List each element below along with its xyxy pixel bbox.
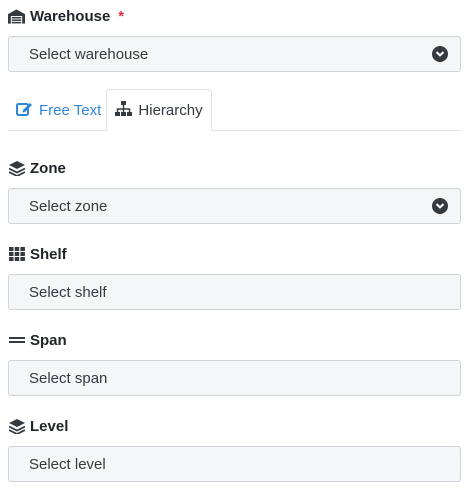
chevron-down-icon — [432, 198, 448, 214]
layers-icon — [8, 418, 25, 434]
required-indicator: * — [118, 7, 125, 25]
grid-icon — [8, 247, 25, 262]
sitemap-icon — [115, 100, 133, 120]
shelf-field-value: Select shelf — [29, 283, 107, 301]
chevron-down-icon — [432, 46, 448, 62]
location-mode-tabs: Free Text Hierarchy — [8, 89, 461, 131]
level-field[interactable]: Select level — [8, 446, 461, 482]
zone-select-value: Select zone — [29, 197, 108, 215]
warehouse-label-text: Warehouse — [30, 7, 111, 25]
zone-select[interactable]: Select zone — [8, 188, 461, 224]
shelf-field[interactable]: Select shelf — [8, 274, 461, 310]
tab-free-text[interactable]: Free Text — [8, 89, 109, 131]
level-field-value: Select level — [29, 455, 106, 473]
edit-icon — [16, 101, 33, 120]
span-label-text: Span — [30, 331, 67, 349]
equals-icon — [8, 333, 25, 348]
tab-hierarchy[interactable]: Hierarchy — [106, 89, 212, 131]
tab-free-text-label: Free Text — [39, 101, 102, 119]
zone-label-text: Zone — [30, 159, 66, 177]
shelf-label-text: Shelf — [30, 245, 67, 263]
shelf-label: Shelf — [8, 244, 67, 264]
level-label: Level — [8, 416, 68, 436]
location-form: Warehouse * Select warehouse Free Text H… — [0, 0, 475, 489]
warehouse-icon — [8, 8, 25, 24]
warehouse-select-value: Select warehouse — [29, 45, 149, 63]
zone-label: Zone — [8, 158, 66, 178]
tab-hierarchy-label: Hierarchy — [138, 101, 203, 119]
span-label: Span — [8, 330, 67, 350]
warehouse-label: Warehouse * — [8, 6, 124, 26]
warehouse-select[interactable]: Select warehouse — [8, 36, 461, 72]
layers-icon — [8, 160, 25, 176]
span-field-value: Select span — [29, 369, 108, 387]
level-label-text: Level — [30, 417, 69, 435]
span-field[interactable]: Select span — [8, 360, 461, 396]
